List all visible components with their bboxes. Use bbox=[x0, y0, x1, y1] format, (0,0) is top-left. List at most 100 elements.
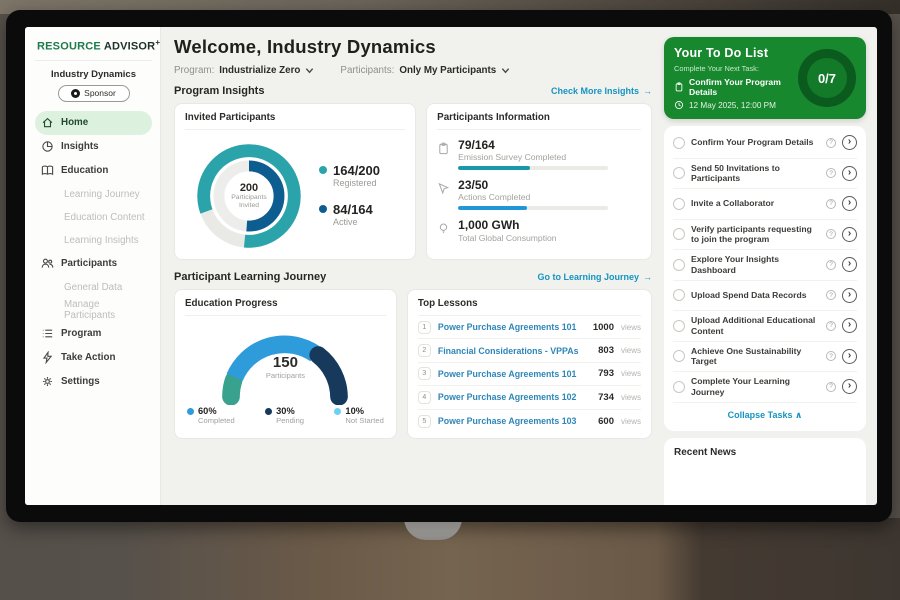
emission-survey-stat: 79/164 Emission Survey Completed bbox=[437, 139, 641, 170]
sidebar-item-label: Participants bbox=[61, 258, 117, 269]
top-lessons-card: Top Lessons 1 Power Purchase Agreements … bbox=[407, 289, 652, 439]
task-open-button[interactable]: › bbox=[842, 166, 857, 181]
lesson-link[interactable]: Financial Considerations - VPPAs bbox=[438, 346, 591, 356]
sidebar-item-settings[interactable]: Settings bbox=[35, 370, 152, 394]
top-lessons-title: Top Lessons bbox=[418, 298, 641, 316]
task-open-button[interactable]: › bbox=[842, 349, 857, 364]
task-checkbox[interactable] bbox=[673, 320, 685, 332]
sidebar: RESOURCE ADVISOR+ Industry Dynamics Spon… bbox=[25, 27, 161, 505]
task-checkbox[interactable] bbox=[673, 137, 685, 149]
task-open-button[interactable]: › bbox=[842, 227, 857, 242]
question-icon[interactable]: ? bbox=[826, 138, 836, 148]
sidebar-item-home[interactable]: Home bbox=[35, 111, 152, 135]
sidebar-item-learning-insights[interactable]: Learning Insights bbox=[35, 229, 152, 252]
task-checkbox[interactable] bbox=[673, 259, 685, 271]
pending-dot-icon bbox=[265, 408, 272, 415]
task-row: Achieve One Sustainability Target ? › bbox=[673, 342, 857, 373]
sidebar-item-learning-journey[interactable]: Learning Journey bbox=[35, 183, 152, 206]
actions-completed-stat: 23/50 Actions Completed bbox=[437, 179, 641, 210]
consumption-stat: 1,000 GWh Total Global Consumption bbox=[437, 219, 641, 246]
task-open-button[interactable]: › bbox=[842, 318, 857, 333]
sidebar-item-take-action[interactable]: Take Action bbox=[35, 346, 152, 370]
settings-icon bbox=[41, 375, 54, 388]
task-checkbox[interactable] bbox=[673, 228, 685, 240]
legend-registered: 164/200 Registered bbox=[319, 163, 380, 188]
sidebar-item-label: General Data bbox=[64, 282, 122, 293]
arrow-right-icon: → bbox=[643, 86, 652, 96]
task-checkbox[interactable] bbox=[673, 350, 685, 362]
sidebar-item-education-content[interactable]: Education Content bbox=[35, 206, 152, 229]
lesson-row: 5 Power Purchase Agreements 103 600 view… bbox=[418, 410, 641, 433]
bulb-icon bbox=[437, 222, 450, 235]
question-icon[interactable]: ? bbox=[826, 351, 836, 361]
lesson-link[interactable]: Power Purchase Agreements 103 bbox=[438, 416, 591, 426]
program-insights-heading: Program Insights bbox=[174, 85, 264, 97]
sidebar-item-insights[interactable]: Insights bbox=[35, 135, 152, 159]
question-icon[interactable]: ? bbox=[826, 199, 836, 209]
sidebar-item-participants[interactable]: Participants bbox=[35, 252, 152, 276]
emission-survey-progressbar bbox=[458, 166, 608, 170]
participants-filter[interactable]: Participants: Only My Participants bbox=[340, 65, 510, 76]
task-row: Verify participants requesting to join t… bbox=[673, 220, 857, 251]
lesson-row: 3 Power Purchase Agreements 101 793 view… bbox=[418, 363, 641, 386]
legend-pending: 30% Pending bbox=[265, 406, 304, 425]
sidebar-item-program[interactable]: Program bbox=[35, 322, 152, 346]
question-icon[interactable]: ? bbox=[826, 290, 836, 300]
chevron-down-icon bbox=[501, 66, 510, 75]
task-open-button[interactable]: › bbox=[842, 135, 857, 150]
sidebar-item-general-data[interactable]: General Data bbox=[35, 276, 152, 299]
invited-participants-card: Invited Participants 200 Participants bbox=[174, 103, 416, 260]
task-checkbox[interactable] bbox=[673, 381, 685, 393]
lesson-link[interactable]: Power Purchase Agreements 102 bbox=[438, 392, 591, 402]
question-icon[interactable]: ? bbox=[826, 260, 836, 270]
task-open-button[interactable]: › bbox=[842, 288, 857, 303]
question-icon[interactable]: ? bbox=[826, 321, 836, 331]
program-filter-value: Industrialize Zero bbox=[219, 65, 300, 76]
brand-plus: + bbox=[155, 38, 160, 47]
screen: RESOURCE ADVISOR+ Industry Dynamics Spon… bbox=[25, 27, 877, 505]
task-open-button[interactable]: › bbox=[842, 257, 857, 272]
lesson-row: 2 Financial Considerations - VPPAs 803 v… bbox=[418, 339, 641, 362]
sidebar-item-label: Program bbox=[61, 328, 101, 339]
task-open-button[interactable]: › bbox=[842, 379, 857, 394]
question-icon[interactable]: ? bbox=[826, 382, 836, 392]
completed-dot-icon bbox=[187, 408, 194, 415]
sidebar-item-label: Home bbox=[61, 117, 88, 128]
sidebar-item-education[interactable]: Education bbox=[35, 159, 152, 183]
brand-secondary: ADVISOR bbox=[104, 41, 156, 53]
sidebar-item-label: Manage Participants bbox=[64, 299, 146, 321]
active-dot-icon bbox=[319, 205, 327, 213]
rank-badge: 5 bbox=[418, 415, 431, 428]
clock-icon bbox=[674, 100, 684, 110]
registered-dot-icon bbox=[319, 166, 327, 174]
sponsor-label: Sponsor bbox=[84, 88, 116, 98]
learning-journey-heading: Participant Learning Journey bbox=[174, 271, 326, 283]
todo-summary-card: Your To Do List Complete Your Next Task:… bbox=[664, 37, 866, 119]
rank-badge: 1 bbox=[418, 321, 431, 334]
recent-news-title: Recent News bbox=[674, 447, 856, 458]
participants-filter-value: Only My Participants bbox=[399, 65, 496, 76]
question-icon[interactable]: ? bbox=[826, 168, 836, 178]
task-checkbox[interactable] bbox=[673, 167, 685, 179]
task-checkbox[interactable] bbox=[673, 198, 685, 210]
org-name: Industry Dynamics bbox=[35, 69, 152, 80]
legend-not-started: 10% Not Started bbox=[334, 406, 383, 425]
go-to-learning-journey-link[interactable]: Go to Learning Journey → bbox=[537, 272, 652, 282]
chevron-down-icon bbox=[305, 66, 314, 75]
donut-legend: 164/200 Registered 84/164 Active bbox=[319, 163, 380, 227]
education-icon bbox=[41, 164, 54, 177]
education-progress-card: Education Progress 150 Participants bbox=[174, 289, 397, 439]
brand-logo: RESOURCE ADVISOR+ bbox=[35, 36, 152, 61]
lesson-link[interactable]: Power Purchase Agreements 101 bbox=[438, 369, 591, 379]
task-checkbox[interactable] bbox=[673, 289, 685, 301]
sidebar-item-manage-participants[interactable]: Manage Participants bbox=[35, 299, 152, 322]
collapse-tasks-link[interactable]: Collapse Tasks ∧ bbox=[673, 403, 857, 429]
cursor-icon bbox=[437, 182, 450, 195]
lesson-link[interactable]: Power Purchase Agreements 101 bbox=[438, 322, 586, 332]
participants-information-title: Participants Information bbox=[437, 112, 641, 130]
program-filter[interactable]: Program: Industrialize Zero bbox=[174, 65, 314, 76]
not-started-dot-icon bbox=[334, 408, 341, 415]
check-more-insights-link[interactable]: Check More Insights → bbox=[551, 86, 652, 96]
question-icon[interactable]: ? bbox=[826, 229, 836, 239]
task-open-button[interactable]: › bbox=[842, 196, 857, 211]
